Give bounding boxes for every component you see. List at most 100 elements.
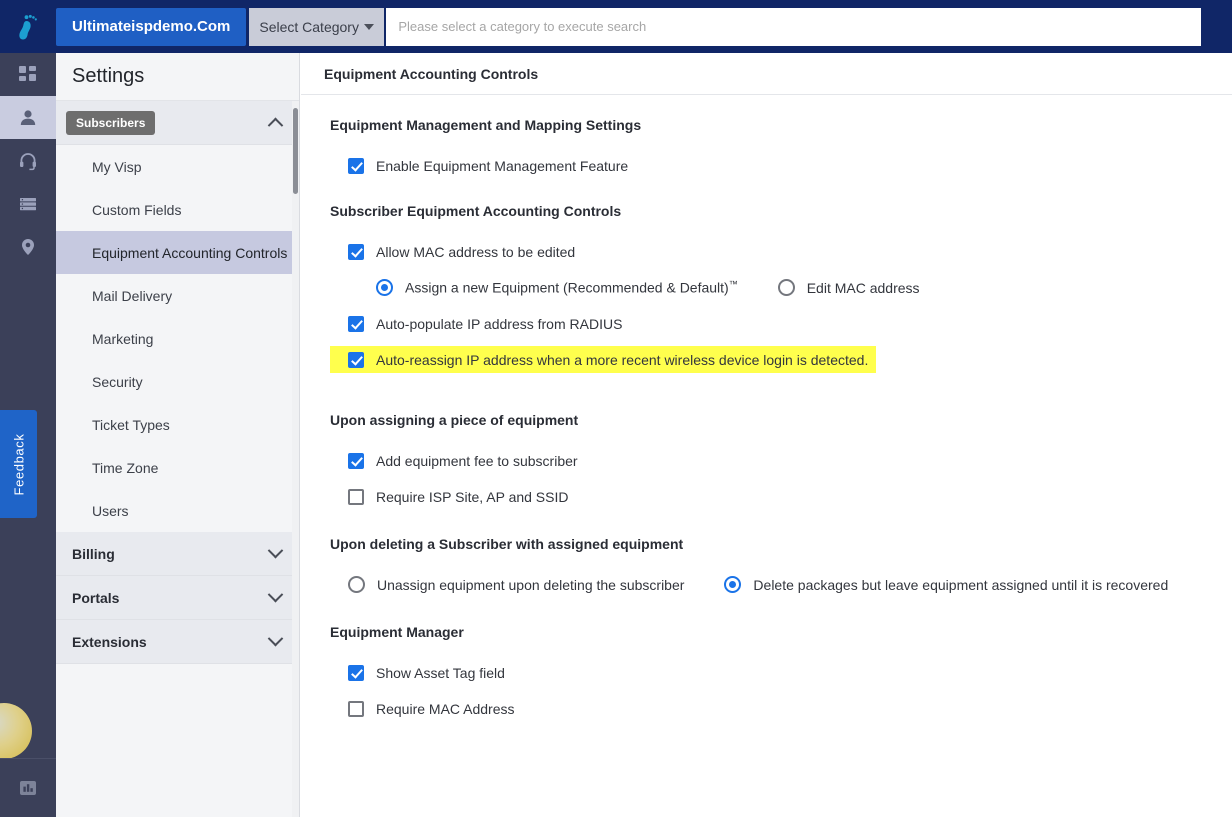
- option-label: Show Asset Tag field: [376, 665, 505, 681]
- dashboard-grid-icon: [18, 65, 38, 85]
- rail-item-subscribers[interactable]: [0, 96, 56, 139]
- radio-edit-mac-address[interactable]: [778, 279, 795, 296]
- option-auto-populate-ip[interactable]: Auto-populate IP address from RADIUS: [330, 310, 1232, 337]
- sidebar-item-mail-delivery[interactable]: Mail Delivery: [56, 274, 299, 317]
- radio-group-delete-behavior: Unassign equipment upon deleting the sub…: [330, 571, 1232, 598]
- settings-sidebar: Settings Application Subscribers My Visp…: [56, 53, 300, 817]
- sidebar-group-label-portals: Portals: [72, 590, 119, 606]
- sidebar-item-label: Security: [92, 374, 143, 390]
- rail-item-map[interactable]: [0, 225, 56, 268]
- tooltip-subscribers: Subscribers: [66, 111, 155, 135]
- top-bar: Ultimateispdemo.Com Select Category: [0, 0, 1232, 53]
- option-label: Edit MAC address: [807, 280, 920, 296]
- option-label: Require ISP Site, AP and SSID: [376, 489, 569, 505]
- settings-form: Equipment Management and Mapping Setting…: [301, 95, 1232, 722]
- rail-item-servers[interactable]: [0, 182, 56, 225]
- section-equipment-manager: Equipment Manager Show Asset Tag field R…: [330, 624, 1232, 722]
- sidebar-scrollbar-thumb[interactable]: [293, 108, 298, 194]
- option-show-asset-tag[interactable]: Show Asset Tag field: [330, 659, 1232, 686]
- checkbox-add-equipment-fee[interactable]: [348, 453, 364, 469]
- sidebar-group-billing[interactable]: Billing: [56, 532, 299, 576]
- section-title: Subscriber Equipment Accounting Controls: [330, 203, 1232, 219]
- feedback-label: Feedback: [11, 433, 26, 495]
- feedback-tab[interactable]: Feedback: [0, 410, 37, 518]
- checkbox-require-isp-site[interactable]: [348, 489, 364, 505]
- radio-group-mac-edit-mode: Assign a new Equipment (Recommended & De…: [330, 274, 1232, 301]
- option-label: Auto-populate IP address from RADIUS: [376, 316, 622, 332]
- option-auto-reassign-ip[interactable]: Auto-reassign IP address when a more rec…: [330, 346, 876, 373]
- category-select-value: Select Category: [259, 19, 359, 35]
- option-label: Require MAC Address: [376, 701, 515, 717]
- section-title: Equipment Manager: [330, 624, 1232, 640]
- checkbox-enable-equipment-management[interactable]: [348, 158, 364, 174]
- footprint-logo-icon: [15, 12, 41, 42]
- section-upon-assigning-equipment: Upon assigning a piece of equipment Add …: [330, 412, 1232, 510]
- section-equipment-management: Equipment Management and Mapping Setting…: [330, 117, 1232, 179]
- sidebar-group-portals[interactable]: Portals: [56, 576, 299, 620]
- map-pin-icon: [18, 237, 38, 257]
- radio-unassign-equipment[interactable]: [348, 576, 365, 593]
- brand-title[interactable]: Ultimateispdemo.Com: [56, 8, 246, 46]
- checkbox-auto-populate-ip[interactable]: [348, 316, 364, 332]
- main-content: Equipment Accounting Controls Equipment …: [301, 53, 1232, 817]
- chevron-down-icon: [268, 587, 284, 603]
- sidebar-item-label: Marketing: [92, 331, 153, 347]
- chevron-up-icon: [268, 118, 284, 134]
- headset-support-icon: [18, 151, 38, 171]
- sidebar-item-marketing[interactable]: Marketing: [56, 317, 299, 360]
- sidebar-scrollbar-track[interactable]: [292, 101, 299, 817]
- checkbox-show-asset-tag[interactable]: [348, 665, 364, 681]
- checkbox-allow-mac-edit[interactable]: [348, 244, 364, 260]
- option-label: Assign a new Equipment (Recommended & De…: [405, 279, 738, 296]
- sidebar-item-users[interactable]: Users: [56, 489, 299, 532]
- category-select[interactable]: Select Category: [249, 8, 384, 46]
- checkbox-require-mac-address[interactable]: [348, 701, 364, 717]
- search-input[interactable]: [398, 19, 1189, 34]
- option-add-equipment-fee[interactable]: Add equipment fee to subscriber: [330, 447, 1232, 474]
- sidebar-item-security[interactable]: Security: [56, 360, 299, 403]
- sidebar-item-label: Time Zone: [92, 460, 158, 476]
- option-allow-mac-edit[interactable]: Allow MAC address to be edited: [330, 238, 1232, 265]
- bar-chart-icon: [18, 778, 38, 798]
- sidebar-group-application[interactable]: Application Subscribers: [56, 101, 299, 145]
- sidebar-item-time-zone[interactable]: Time Zone: [56, 446, 299, 489]
- sidebar-item-label: Users: [92, 503, 129, 519]
- person-icon: [18, 108, 38, 128]
- chat-bubble-avatar-icon[interactable]: [0, 703, 32, 759]
- checkbox-auto-reassign-ip[interactable]: [348, 352, 364, 368]
- sidebar-item-label: Ticket Types: [92, 417, 170, 433]
- logo[interactable]: [0, 0, 56, 53]
- settings-title: Settings: [56, 53, 299, 101]
- trademark-symbol: ™: [729, 279, 738, 289]
- option-label: Auto-reassign IP address when a more rec…: [376, 352, 868, 368]
- icon-rail: Feedback: [0, 53, 56, 817]
- sidebar-item-label: Mail Delivery: [92, 288, 172, 304]
- rail-item-support[interactable]: [0, 139, 56, 182]
- option-enable-equipment-management[interactable]: Enable Equipment Management Feature: [330, 152, 1232, 179]
- option-label: Allow MAC address to be edited: [376, 244, 575, 260]
- page-title: Equipment Accounting Controls: [301, 53, 1232, 95]
- radio-assign-new-equipment[interactable]: [376, 279, 393, 296]
- sidebar-item-label: Custom Fields: [92, 202, 181, 218]
- caret-down-icon: [364, 24, 374, 30]
- rail-item-dashboard[interactable]: [0, 53, 56, 96]
- server-list-icon: [18, 194, 38, 214]
- sidebar-item-equipment-accounting-controls[interactable]: Equipment Accounting Controls: [56, 231, 299, 274]
- section-title: Upon assigning a piece of equipment: [330, 412, 1232, 428]
- sidebar-item-my-visp[interactable]: My Visp: [56, 145, 299, 188]
- search-box[interactable]: [386, 8, 1201, 46]
- sidebar-item-custom-fields[interactable]: Custom Fields: [56, 188, 299, 231]
- option-require-mac-address[interactable]: Require MAC Address: [330, 695, 1232, 722]
- sidebar-item-ticket-types[interactable]: Ticket Types: [56, 403, 299, 446]
- option-label: Add equipment fee to subscriber: [376, 453, 578, 469]
- radio-delete-packages-keep-equipment[interactable]: [724, 576, 741, 593]
- rail-item-reports[interactable]: [0, 759, 56, 817]
- sidebar-item-label: My Visp: [92, 159, 142, 175]
- application-root: Ultimateispdemo.Com Select Category: [0, 0, 1232, 817]
- chevron-down-icon: [268, 631, 284, 647]
- option-require-isp-site[interactable]: Require ISP Site, AP and SSID: [330, 483, 1232, 510]
- option-label: Enable Equipment Management Feature: [376, 158, 628, 174]
- sidebar-group-extensions[interactable]: Extensions: [56, 620, 299, 664]
- section-title: Upon deleting a Subscriber with assigned…: [330, 536, 1232, 552]
- section-upon-deleting-subscriber: Upon deleting a Subscriber with assigned…: [330, 536, 1232, 598]
